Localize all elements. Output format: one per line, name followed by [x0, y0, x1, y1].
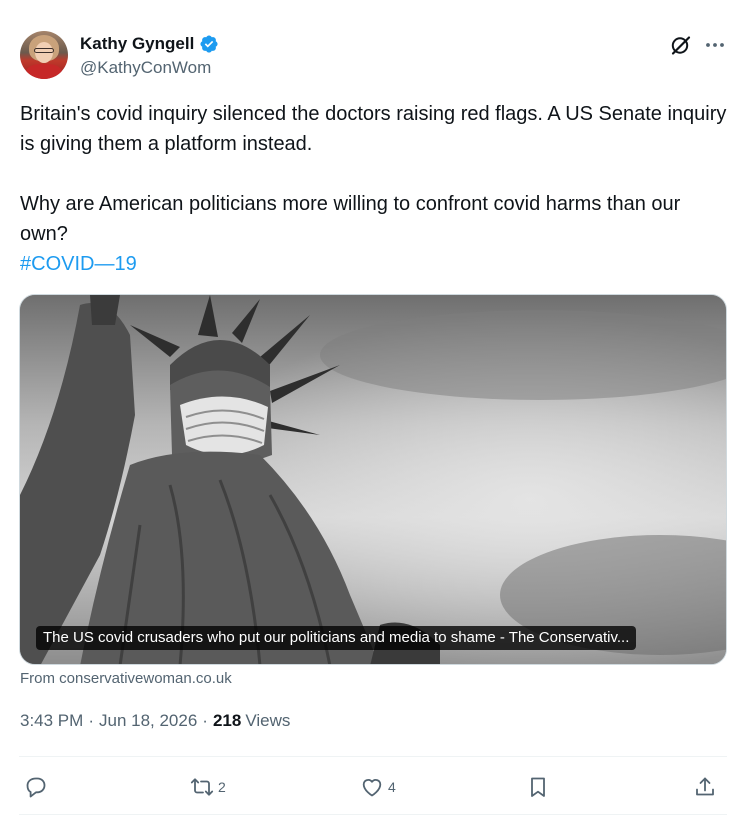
- hashtag-link[interactable]: #COVID—19: [20, 249, 730, 279]
- avatar[interactable]: [20, 31, 68, 79]
- tweet-paragraph-2: Why are American politicians more willin…: [20, 193, 681, 245]
- author-name[interactable]: Kathy Gyngell: [80, 34, 194, 54]
- meta-separator: ·: [202, 711, 208, 730]
- card-image: [20, 295, 726, 664]
- share-icon: [696, 777, 714, 796]
- views-label: Views: [245, 711, 291, 730]
- reply-button[interactable]: [24, 770, 52, 804]
- heart-icon: [362, 779, 382, 797]
- like-count: 4: [388, 779, 396, 795]
- link-card[interactable]: The US covid crusaders who put our polit…: [19, 294, 727, 665]
- meta-separator: ·: [88, 711, 94, 730]
- tweet-time[interactable]: 3:43 PM: [20, 711, 83, 731]
- tweet-paragraph-1: Britain's covid inquiry silenced the doc…: [20, 103, 727, 155]
- like-button[interactable]: 4: [360, 770, 396, 804]
- divider: [19, 756, 727, 757]
- action-bar: 2 4: [20, 770, 728, 804]
- card-source-link[interactable]: From conservativewoman.co.uk: [20, 670, 232, 687]
- more-icon[interactable]: [703, 33, 727, 57]
- card-caption[interactable]: The US covid crusaders who put our polit…: [36, 626, 637, 650]
- bookmark-icon: [531, 777, 545, 797]
- tweet-date[interactable]: Jun 18, 2026: [99, 711, 197, 731]
- grok-icon[interactable]: [669, 33, 693, 57]
- verified-badge-icon: [200, 35, 218, 53]
- author-handle[interactable]: @KathyConWom: [80, 58, 211, 78]
- retweet-count: 2: [218, 779, 226, 795]
- divider: [19, 814, 727, 815]
- retweet-button[interactable]: 2: [190, 770, 226, 804]
- reply-icon: [26, 777, 46, 798]
- author-name-row[interactable]: Kathy Gyngell: [80, 33, 219, 55]
- bookmark-button[interactable]: [526, 770, 550, 804]
- share-button[interactable]: [693, 770, 717, 804]
- views-count: 218: [212, 711, 242, 730]
- retweet-icon: [190, 778, 214, 796]
- tweet-text: Britain's covid inquiry silenced the doc…: [20, 99, 730, 279]
- tweet-meta: 3:43 PM · Jun 18, 2026 · 218 Views: [20, 711, 290, 731]
